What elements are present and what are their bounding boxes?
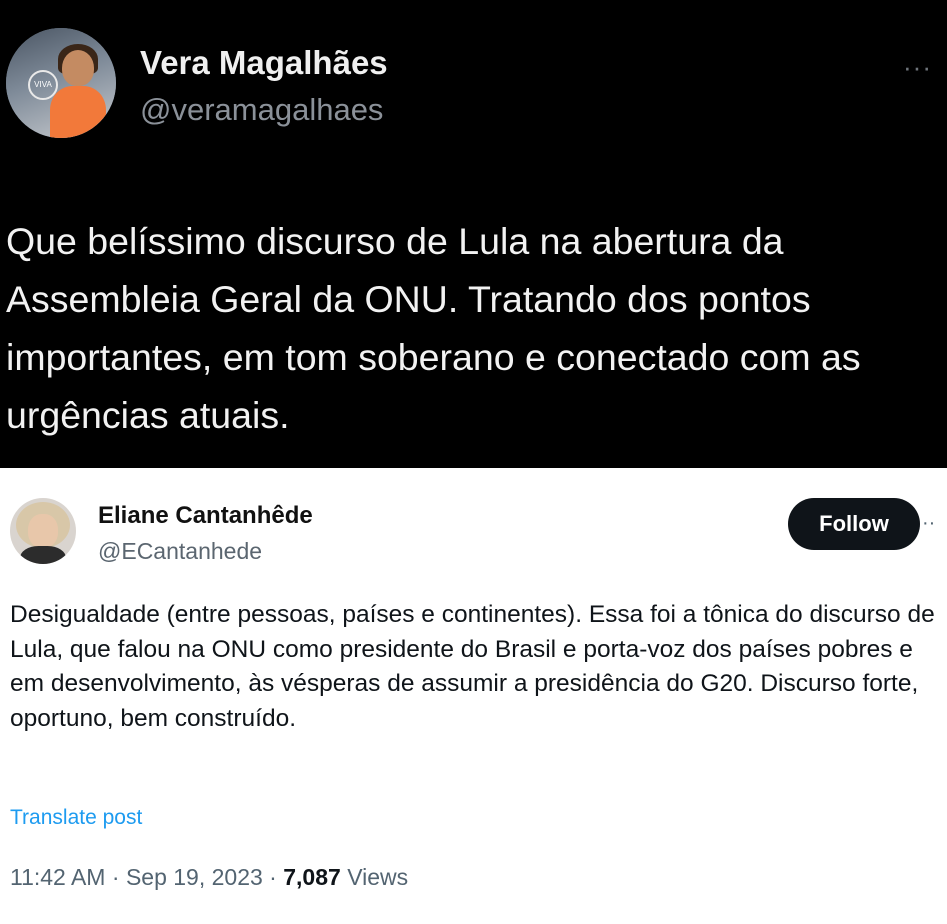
quoted-author-avatar[interactable]	[10, 498, 76, 564]
quoted-author-name[interactable]: Eliane Cantanhêde	[98, 502, 313, 530]
author-name[interactable]: Vera Magalhães	[140, 44, 388, 82]
separator: ·	[269, 864, 284, 890]
avatar-body	[20, 546, 66, 564]
author-avatar[interactable]: VIVA	[6, 28, 116, 138]
separator: ·	[111, 864, 126, 890]
avatar-face	[28, 514, 58, 548]
post-date[interactable]: Sep 19, 2023	[126, 864, 263, 890]
post-metadata: 11:42 AM · Sep 19, 2023 · 7,087 Views	[10, 864, 408, 891]
quoted-author-handle[interactable]: @ECantanhede	[98, 538, 262, 565]
quoted-post[interactable]: Eliane Cantanhêde @ECantanhede Follow ··…	[0, 468, 947, 924]
post-text: Que belíssimo discurso de Lula na abertu…	[6, 220, 861, 436]
author-handle[interactable]: @veramagalhaes	[140, 92, 383, 128]
post-time[interactable]: 11:42 AM	[10, 864, 105, 890]
views-count[interactable]: 7,087	[283, 864, 341, 890]
translate-post-link[interactable]: Translate post	[10, 806, 142, 830]
more-options-icon[interactable]: ···	[903, 52, 932, 83]
avatar-head	[62, 50, 94, 86]
views-label: Views	[347, 864, 409, 890]
avatar-body	[50, 86, 106, 138]
follow-button[interactable]: Follow	[788, 498, 920, 550]
quoted-more-options-icon[interactable]: ··	[922, 512, 935, 535]
quoted-post-text: Desigualdade (entre pessoas, países e co…	[10, 601, 935, 732]
main-post: VIVA Vera Magalhães @veramagalhaes ··· Q…	[0, 0, 947, 468]
